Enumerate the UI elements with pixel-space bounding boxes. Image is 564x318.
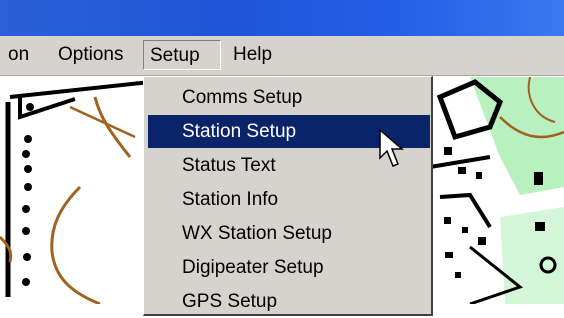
- menu-item-gps-setup[interactable]: GPS Setup: [148, 285, 430, 318]
- menu-partial-item[interactable]: on: [2, 40, 35, 70]
- menu-setup[interactable]: Setup: [143, 40, 221, 70]
- menu-bar: on Options Setup Help: [0, 36, 564, 76]
- menu-options[interactable]: Options: [52, 40, 129, 70]
- menu-item-comms-setup[interactable]: Comms Setup: [148, 81, 430, 114]
- menu-item-station-info[interactable]: Station Info: [148, 183, 430, 216]
- setup-dropdown-menu: Comms Setup Station Setup Status Text St…: [143, 76, 433, 316]
- mouse-cursor-icon: [379, 128, 405, 167]
- window-titlebar[interactable]: [0, 0, 564, 36]
- menu-item-wx-station-setup[interactable]: WX Station Setup: [148, 217, 430, 250]
- menu-item-digipeater-setup[interactable]: Digipeater Setup: [148, 251, 430, 284]
- menu-help[interactable]: Help: [227, 40, 278, 70]
